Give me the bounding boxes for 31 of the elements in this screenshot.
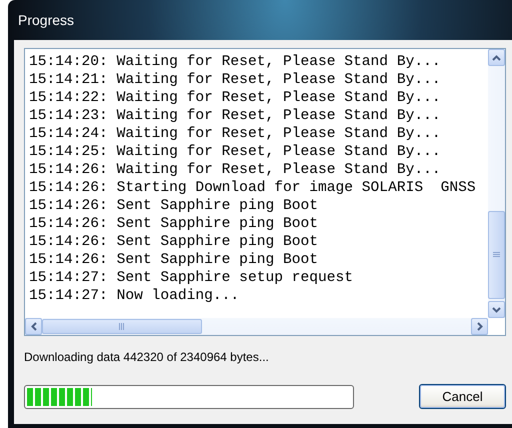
scroll-thumb[interactable] [488,211,505,299]
status-text: Downloading data 442320 of 2340964 bytes... [24,350,270,364]
window-title: Progress [18,12,74,28]
vertical-scrollbar[interactable] [488,49,505,318]
chevron-left-icon [30,322,36,331]
scroll-down-button[interactable] [488,301,505,318]
log-line: 15:14:24: Waiting for Reset, Please Stand By... [29,125,441,143]
scroll-up-button[interactable] [488,49,505,66]
log-line: 15:14:26: Waiting for Reset, Please Stand By... [29,161,441,179]
grip-icon [493,252,500,258]
log-line: 15:14:26: Sent Sapphire ping Boot [29,215,318,233]
log-line: 15:14:27: Now loading... [29,287,240,305]
log-line: 15:14:26: Sent Sapphire ping Boot [29,197,318,215]
log-line: 15:14:27: Sent Sapphire setup request [29,269,354,287]
chevron-up-icon [492,54,501,60]
scroll-left-button[interactable] [25,318,42,335]
horizontal-scrollbar[interactable] [25,318,488,335]
log-line: 15:14:22: Waiting for Reset, Please Stand By... [29,89,441,107]
scroll-thumb[interactable] [42,319,202,334]
grip-icon [119,323,125,330]
chevron-down-icon [492,306,501,312]
log-line: 15:14:21: Waiting for Reset, Please Stand By... [29,71,441,89]
log-line: 15:14:23: Waiting for Reset, Please Stand By... [29,107,441,125]
log-line: 15:14:26: Sent Sapphire ping Boot [29,251,318,269]
log-line: 15:14:26: Sent Sapphire ping Boot [29,233,318,251]
cancel-button[interactable]: Cancel [419,384,506,409]
chevron-right-icon [476,322,482,331]
log-line: 15:14:25: Waiting for Reset, Please Stand By... [29,143,441,161]
scroll-right-button[interactable] [471,318,488,335]
log-line: 15:14:26: Starting Download for image SOLARIS GNSS [29,179,476,197]
log-line: 15:14:20: Waiting for Reset, Please Stand By... [29,53,441,71]
